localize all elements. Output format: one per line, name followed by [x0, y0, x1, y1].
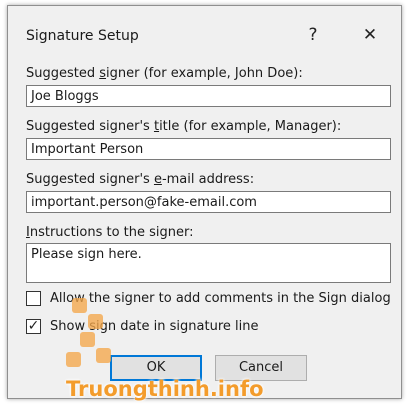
watermark-square [72, 298, 87, 313]
watermark-text: Truongthinh.info [66, 377, 264, 401]
watermark-square [96, 348, 111, 363]
signer-input[interactable]: Joe Bloggs [26, 85, 391, 107]
signer-email-label: Suggested signer's e-mail address: [26, 172, 255, 187]
show-sign-date-checkbox[interactable]: ✓ [26, 319, 41, 334]
watermark-square [80, 332, 95, 347]
watermark-square [66, 352, 81, 367]
instructions-label: Instructions to the signer: [26, 225, 194, 240]
signer-title-input[interactable]: Important Person [26, 138, 391, 160]
dialog-title: Signature Setup [26, 28, 139, 44]
signer-title-label: Suggested signer's title (for example, M… [26, 119, 342, 134]
instructions-textarea[interactable]: Please sign here. [26, 243, 391, 283]
allow-comments-checkbox[interactable] [26, 291, 41, 306]
help-button[interactable]: ? [293, 18, 333, 52]
signer-email-input[interactable]: important.person@fake-email.com [26, 191, 391, 213]
title-bar: Signature Setup ? ✕ [8, 6, 401, 51]
signer-label: Suggested signer (for example, John Doe)… [26, 66, 303, 81]
close-icon[interactable]: ✕ [350, 18, 390, 52]
checkmark-icon: ✓ [27, 318, 40, 334]
watermark-square [88, 314, 103, 329]
signature-setup-dialog: Signature Setup ? ✕ Suggested signer (fo… [7, 5, 402, 399]
allow-comments-label: Allow the signer to add comments in the … [50, 291, 391, 306]
